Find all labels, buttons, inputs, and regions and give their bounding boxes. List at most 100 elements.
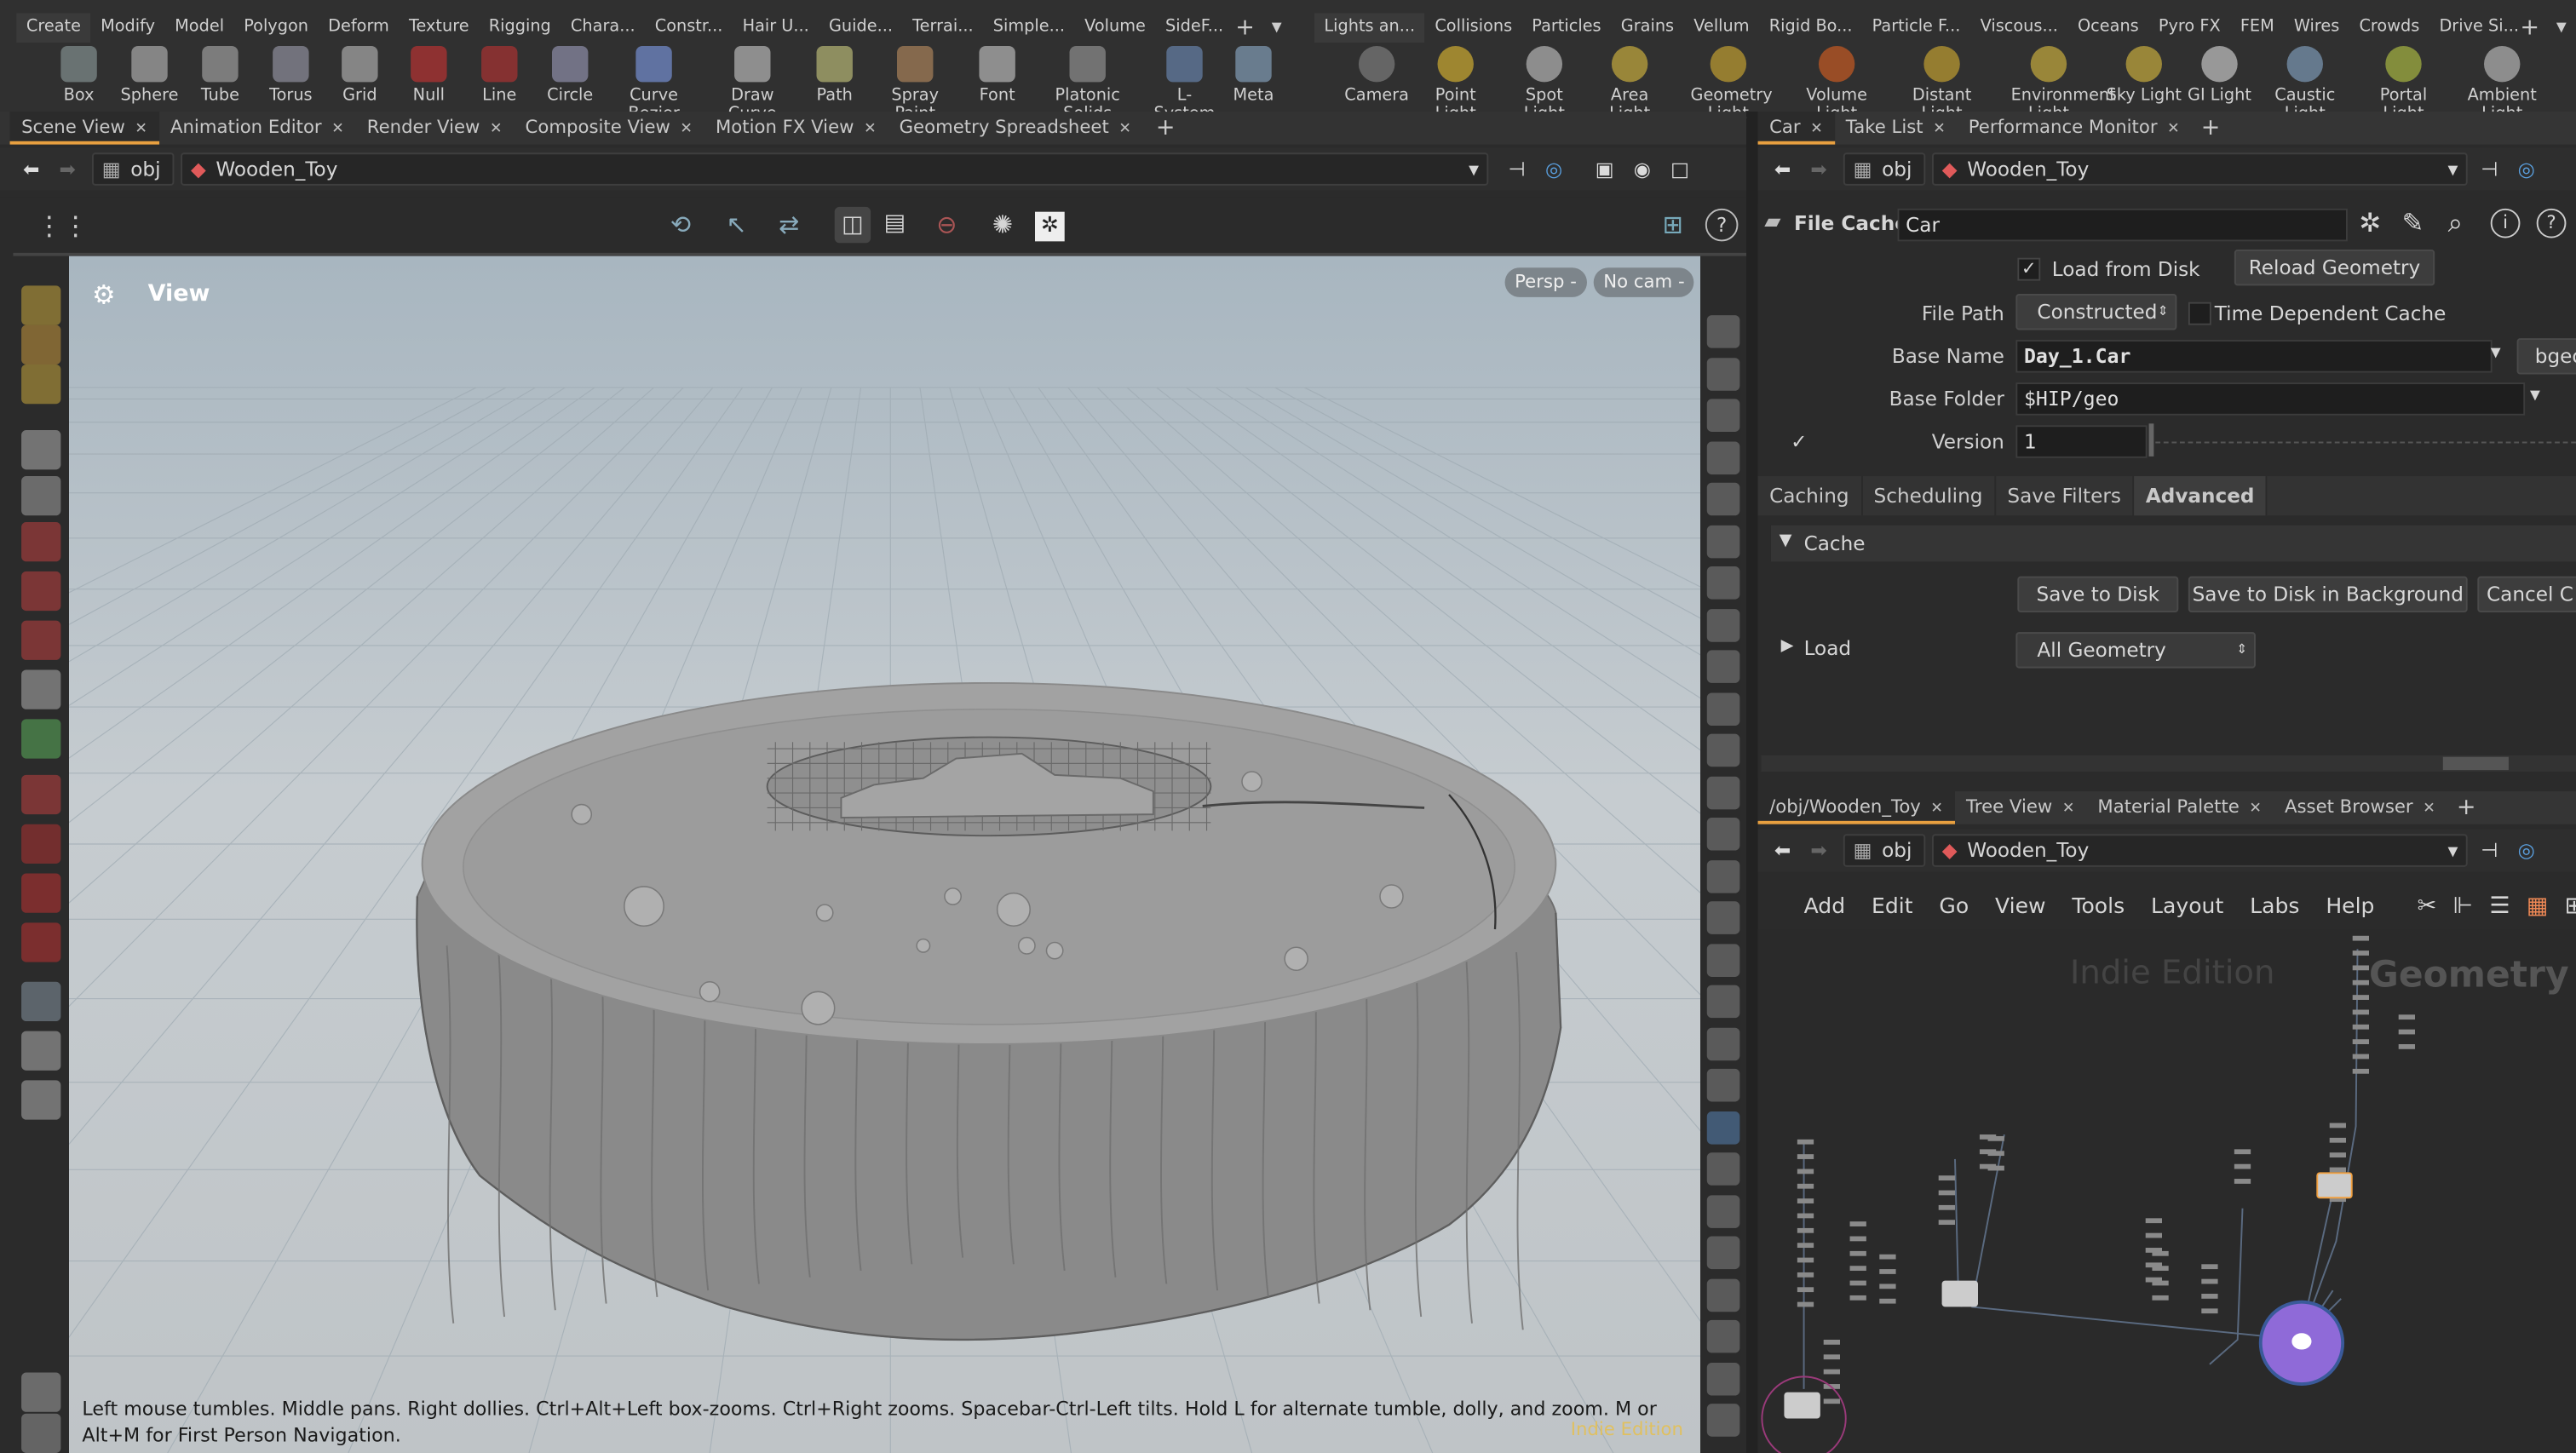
network-node[interactable]: [2145, 1218, 2162, 1224]
network-node[interactable]: [2234, 1179, 2251, 1184]
shelf-tool-sky-light[interactable]: Sky Light: [2106, 45, 2182, 105]
network-node[interactable]: [2352, 1054, 2369, 1060]
display-option-icon[interactable]: [1706, 357, 1740, 390]
network-node[interactable]: [2152, 1280, 2169, 1286]
shelf-tab[interactable]: Modify: [91, 13, 165, 43]
camera-view-icon[interactable]: ◫: [834, 206, 871, 244]
settings-icon[interactable]: ✲: [1034, 211, 1065, 242]
shelf-tool-gi-light[interactable]: GI Light: [2182, 45, 2257, 105]
pane-tab[interactable]: Motion FX View ✕: [704, 112, 888, 145]
network-node[interactable]: [1987, 1165, 2004, 1171]
camera-menu[interactable]: No cam -: [1593, 267, 1695, 297]
display-option-icon[interactable]: [1706, 1362, 1740, 1395]
close-icon[interactable]: ✕: [135, 122, 147, 138]
tumble-tool-icon[interactable]: ⟲: [670, 210, 691, 240]
pane-divider[interactable]: [1746, 112, 1758, 1453]
tool-icon[interactable]: [21, 476, 61, 516]
network-node[interactable]: [2152, 1250, 2169, 1256]
display-option-icon[interactable]: [1706, 1404, 1740, 1437]
pane-tab[interactable]: Animation Editor ✕: [158, 112, 355, 145]
display-option-icon[interactable]: [1706, 566, 1740, 600]
tool-icon[interactable]: [21, 824, 61, 864]
tool-icon[interactable]: [21, 430, 61, 470]
render-icon[interactable]: ✺: [992, 210, 1013, 240]
forward-arrow-icon[interactable]: ➡: [1801, 152, 1837, 186]
network-node[interactable]: [2398, 1014, 2415, 1020]
network-node[interactable]: [2234, 1163, 2251, 1169]
shelf-tab[interactable]: Chara...: [561, 13, 645, 43]
network-node[interactable]: [1823, 1354, 1840, 1360]
shelf-tab[interactable]: Rigid Bo...: [1759, 13, 1862, 43]
save-to-disk-button[interactable]: Save to Disk: [2017, 576, 2179, 613]
shelf-tool-camera[interactable]: Camera: [1339, 45, 1415, 105]
network-node[interactable]: [1797, 1169, 1814, 1174]
shading-icon[interactable]: ◉: [1624, 152, 1660, 186]
network-node[interactable]: [1797, 1272, 1814, 1278]
back-arrow-icon[interactable]: ⬅: [1764, 152, 1801, 186]
shelf-tab[interactable]: Lights an...: [1314, 13, 1425, 43]
shelf-tab[interactable]: Wires: [2284, 13, 2349, 43]
shelf-tool-torus[interactable]: Torus: [253, 45, 329, 105]
tree-icon[interactable]: ⊩: [2453, 893, 2474, 920]
horizontal-scrollbar[interactable]: [1761, 755, 2576, 772]
shelf-tab[interactable]: Oceans: [2067, 13, 2148, 43]
tool-icon[interactable]: [21, 719, 61, 759]
version-field[interactable]: 1: [2015, 425, 2148, 458]
network-node[interactable]: [1879, 1284, 1896, 1289]
shelf-tab[interactable]: Grains: [1611, 13, 1683, 43]
shelf-menu-icon[interactable]: ▼: [1272, 20, 1282, 34]
list-icon[interactable]: ☰: [2489, 893, 2510, 920]
pin-icon[interactable]: ⊣: [1498, 152, 1535, 186]
display-option-icon[interactable]: [1706, 1026, 1740, 1060]
palette-icon[interactable]: ▦: [2527, 893, 2549, 920]
display-option-icon[interactable]: [1706, 315, 1740, 348]
network-node[interactable]: [2352, 1024, 2369, 1030]
shelf-tool-line[interactable]: Line: [462, 45, 538, 105]
snapshot-icon[interactable]: ▤: [884, 210, 906, 237]
display-option-icon[interactable]: [1706, 1194, 1740, 1227]
shelf-tab[interactable]: Guide...: [819, 13, 902, 43]
network-node[interactable]: [1797, 1257, 1814, 1263]
display-cube-icon[interactable]: ▣: [1585, 152, 1624, 186]
close-icon[interactable]: ✕: [2062, 801, 2075, 818]
shelf-tab[interactable]: Hair U...: [733, 13, 819, 43]
display-option-icon[interactable]: [1706, 1236, 1740, 1270]
network-node[interactable]: [1797, 1213, 1814, 1219]
shelf-tab[interactable]: Pyro FX: [2148, 13, 2230, 43]
parm-tab[interactable]: Save Filters: [1996, 476, 2135, 516]
network-menu-item[interactable]: Help: [2326, 894, 2374, 919]
shelf-tool-meta[interactable]: Meta: [1216, 45, 1291, 105]
network-node[interactable]: [2329, 1152, 2346, 1158]
tool-icon[interactable]: [21, 774, 61, 815]
display-option-icon[interactable]: [1706, 985, 1740, 1019]
pane-tab[interactable]: Render View ✕: [355, 112, 514, 145]
pane-tab[interactable]: Car ✕: [1757, 112, 1835, 145]
shelf-tool-tube[interactable]: Tube: [182, 45, 258, 105]
network-node[interactable]: [1849, 1250, 1866, 1256]
tool-icon[interactable]: [21, 1031, 61, 1071]
network-node[interactable]: [1797, 1198, 1814, 1203]
tool-icon[interactable]: [21, 1080, 61, 1120]
base-folder-dropdown-icon[interactable]: ▼: [2530, 388, 2540, 402]
shelf-tool-box[interactable]: Box: [41, 45, 117, 105]
tool-icon[interactable]: [21, 922, 61, 962]
load-menu[interactable]: All Geometry ⇕: [2015, 632, 2256, 669]
display-option-icon[interactable]: [1706, 608, 1740, 641]
network-node[interactable]: [2152, 1266, 2169, 1272]
display-option-icon[interactable]: [1706, 1319, 1740, 1353]
add-shelf-right-icon[interactable]: +: [2520, 14, 2539, 41]
expand-icon[interactable]: ▶: [1781, 637, 1794, 655]
display-option-icon[interactable]: [1706, 482, 1740, 516]
network-node[interactable]: [1938, 1175, 1955, 1181]
tool-icon[interactable]: [21, 324, 61, 365]
persp-menu[interactable]: Persp -: [1504, 267, 1587, 297]
file-path-menu[interactable]: Constructed ⇕: [2015, 294, 2177, 330]
gear-icon[interactable]: ✲: [2359, 207, 2381, 238]
network-node[interactable]: [1879, 1269, 1896, 1274]
display-option-icon[interactable]: [1706, 775, 1740, 809]
network-node[interactable]: [1797, 1154, 1814, 1159]
network-node[interactable]: [1879, 1254, 1896, 1260]
pane-tab[interactable]: Asset Browser ✕: [2273, 791, 2447, 824]
shelf-menu-right-icon[interactable]: ▼: [2556, 20, 2567, 34]
shelf-tab[interactable]: Vellum: [1684, 13, 1759, 43]
